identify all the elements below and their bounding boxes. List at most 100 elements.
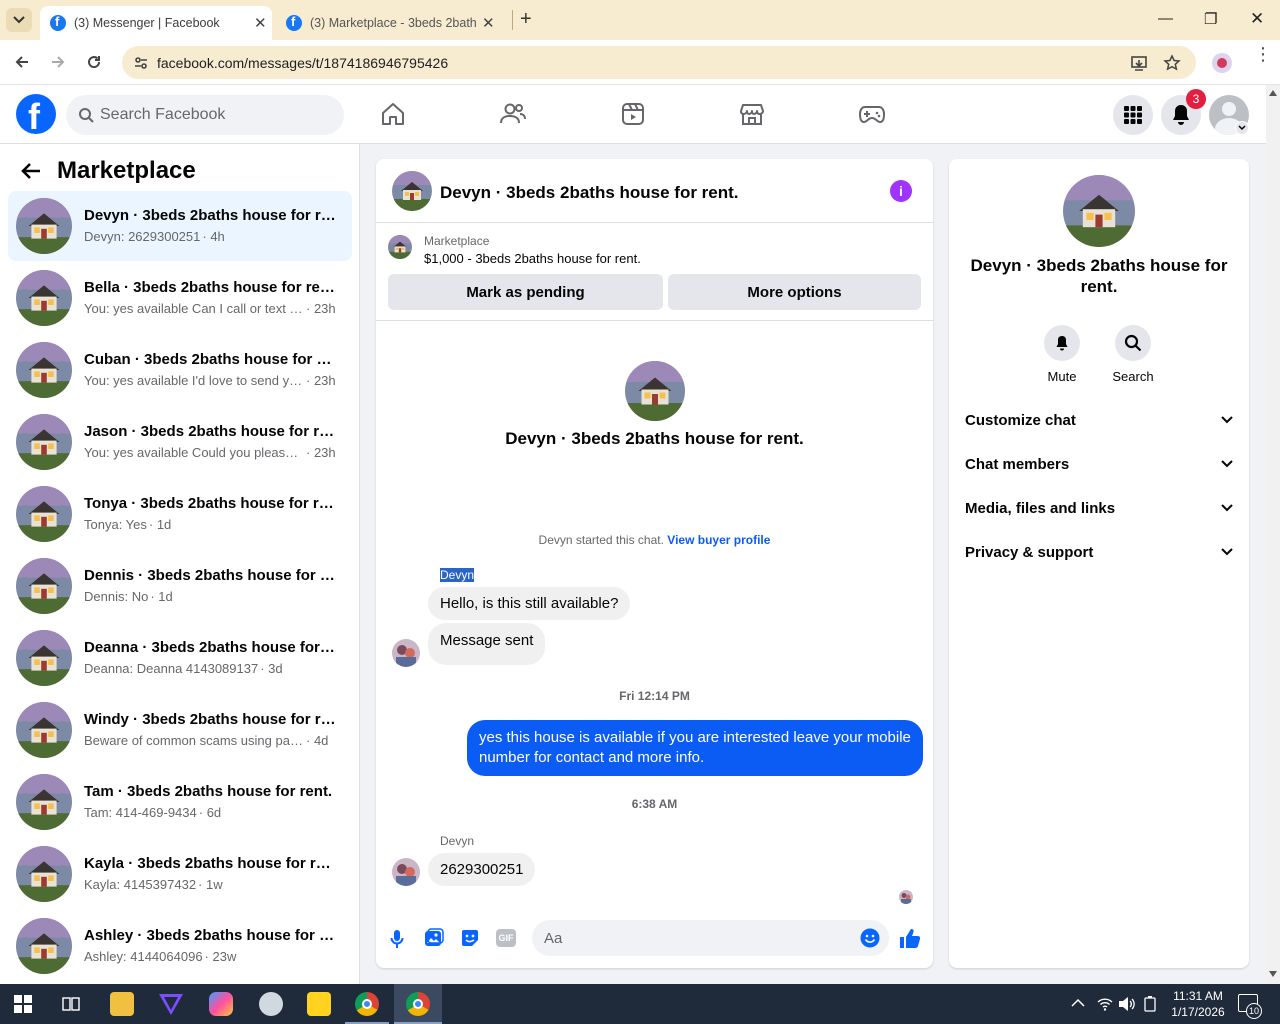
details-avatar[interactable] [1063, 175, 1135, 247]
conversation-item[interactable]: Kayla · 3beds 2baths house for rent. Kayl… [8, 839, 352, 909]
chevron-down-icon [1221, 416, 1233, 424]
chrome-taskbar-button-active[interactable] [394, 984, 442, 1024]
tab-marketplace[interactable]: (3) Marketplace - 3beds 2baths ✕ [276, 6, 506, 40]
friends-icon[interactable] [498, 99, 528, 129]
search-facebook-input[interactable]: Search Facebook [66, 95, 344, 135]
conversation-item[interactable]: Windy · 3beds 2baths house for rent. Bewa… [8, 695, 352, 765]
battery-icon[interactable] [1143, 996, 1157, 1012]
sticky-notes-icon[interactable] [307, 992, 331, 1016]
wifi-icon[interactable] [1097, 996, 1113, 1012]
gaming-icon[interactable] [857, 99, 887, 129]
install-app-icon[interactable] [1130, 54, 1148, 72]
facebook-logo-icon[interactable]: f [16, 94, 56, 137]
conversation-name: Tonya · 3beds 2baths house for rent. [84, 495, 336, 512]
more-options-button[interactable]: More options [668, 274, 921, 310]
page-scrollbar[interactable] [1266, 85, 1280, 984]
tab-close-icon[interactable]: ✕ [254, 14, 267, 32]
vpn-app-icon[interactable] [158, 992, 184, 1016]
minimize-icon[interactable]: — [1158, 10, 1173, 27]
home-icon[interactable] [378, 99, 408, 129]
listing-thumbnail[interactable] [388, 235, 412, 259]
message-input[interactable]: Aa [532, 920, 889, 956]
search-icon [1124, 334, 1142, 352]
tab-close-icon[interactable]: ✕ [482, 14, 495, 32]
new-tab-icon[interactable]: + [520, 8, 532, 31]
message-bubble-incoming[interactable]: Message sent [428, 623, 546, 665]
video-icon[interactable] [618, 99, 648, 129]
view-buyer-profile-link[interactable]: View buyer profile [667, 533, 770, 547]
tab-search-button[interactable] [6, 8, 32, 32]
volume-icon[interactable] [1118, 996, 1136, 1012]
customize-chat-row[interactable]: Customize chat [965, 400, 1233, 440]
account-chevron-icon[interactable] [1235, 121, 1249, 135]
back-icon[interactable] [12, 52, 32, 72]
photo-icon[interactable] [424, 928, 444, 948]
tab-messenger[interactable]: (3) Messenger | Facebook ✕ [40, 6, 272, 40]
info-icon[interactable]: i [890, 180, 912, 202]
conversation-preview: Dennis: No [84, 589, 149, 604]
menu-grid-button[interactable] [1113, 95, 1153, 135]
emoji-icon[interactable] [860, 928, 880, 948]
tab-divider [512, 10, 513, 30]
chrome-taskbar-button[interactable] [345, 984, 389, 1024]
conversation-item[interactable]: Bella · 3beds 2baths house for rent. You:… [8, 263, 352, 333]
conversation-item[interactable]: Tam · 3beds 2baths house for rent. Tam: 4… [8, 767, 352, 837]
message-bubble-incoming[interactable]: 2629300251 [428, 853, 536, 886]
address-bar[interactable]: facebook.com/messages/t/1874186946795426 [122, 46, 1196, 79]
conversation-item[interactable]: Deanna · 3beds 2baths house for rent. Dea… [8, 623, 352, 693]
close-window-icon[interactable]: ✕ [1250, 9, 1264, 29]
conversation-avatar [16, 270, 72, 326]
intro-avatar[interactable] [625, 361, 685, 421]
conversation-name: Windy · 3beds 2baths house for rent. [84, 711, 336, 728]
taskbar-clock[interactable]: 11:31 AM 1/17/2026 [1162, 988, 1234, 1020]
browser-menu-icon[interactable]: ⋮ [1254, 45, 1272, 63]
message-bubble-incoming[interactable]: Hello, is this still available? [428, 587, 631, 620]
mark-as-pending-button[interactable]: Mark as pending [388, 274, 663, 310]
mute-action[interactable]: Mute [1032, 325, 1092, 384]
conversation-preview-line: Deanna: Deanna 4143089137 · 3d [84, 661, 336, 676]
listing-price[interactable]: $1,000 - 3beds 2baths house for rent. [424, 251, 641, 266]
chat-members-row[interactable]: Chat members [965, 444, 1233, 484]
back-arrow-icon[interactable] [20, 161, 42, 186]
sticker-icon[interactable] [460, 928, 480, 948]
forward-icon[interactable] [48, 52, 68, 72]
profile-icon[interactable] [1212, 53, 1232, 73]
browser-tab-strip: (3) Messenger | Facebook ✕ (3) Marketpla… [0, 0, 1280, 40]
scroll-down-icon[interactable] [1269, 971, 1277, 977]
gif-icon[interactable]: GIF [496, 929, 516, 947]
conversation-time: · 23w [204, 949, 237, 964]
conversation-item[interactable]: Dennis · 3beds 2baths house for rent. Den… [8, 551, 352, 621]
scroll-up-icon[interactable] [1269, 90, 1277, 96]
conversation-name: Tam · 3beds 2baths house for rent. [84, 783, 333, 800]
url-text: facebook.com/messages/t/1874186946795426 [157, 55, 449, 71]
copilot-icon[interactable] [209, 992, 233, 1016]
chat-title[interactable]: Devyn · 3beds 2baths house for rent. [440, 183, 739, 203]
conversation-item[interactable]: Cuban · 3beds 2baths house for rent. You:… [8, 335, 352, 405]
conversation-item[interactable]: Devyn · 3beds 2baths house for rent. Devy… [8, 191, 352, 261]
bookmark-star-icon[interactable] [1163, 54, 1181, 72]
conversation-preview-line: Tam: 414-469-9434 · 6d [84, 805, 336, 820]
conversation-time: · 4d [306, 733, 329, 748]
like-icon[interactable] [899, 927, 921, 949]
sender-avatar[interactable] [392, 858, 420, 886]
tray-chevron-up-icon[interactable] [1071, 998, 1085, 1008]
sender-avatar[interactable] [392, 639, 420, 667]
marketplace-icon[interactable] [737, 99, 767, 129]
conversation-item[interactable]: Jason · 3beds 2baths house for rent. You:… [8, 407, 352, 477]
paint-app-icon[interactable] [259, 992, 283, 1016]
task-view-icon[interactable] [62, 995, 80, 1013]
microphone-icon[interactable] [390, 929, 404, 949]
windows-start-icon[interactable] [14, 995, 32, 1013]
media-files-links-row[interactable]: Media, files and links [965, 488, 1233, 528]
reload-icon[interactable] [84, 52, 104, 72]
message-bubble-outgoing[interactable]: yes this house is available if you are i… [467, 720, 923, 776]
conversation-item[interactable]: Ashley · 3beds 2baths house for rent. Ash… [8, 911, 352, 981]
file-explorer-icon[interactable] [110, 992, 134, 1016]
privacy-support-row[interactable]: Privacy & support [965, 532, 1233, 572]
search-action[interactable]: Search [1103, 325, 1163, 384]
chat-avatar[interactable] [392, 171, 432, 211]
conversation-preview: You: yes available Can I call or text yo… [84, 301, 304, 316]
restore-icon[interactable]: ❐ [1204, 10, 1217, 28]
site-info-icon[interactable] [133, 55, 149, 71]
conversation-item[interactable]: Tonya · 3beds 2baths house for rent. Tony… [8, 479, 352, 549]
